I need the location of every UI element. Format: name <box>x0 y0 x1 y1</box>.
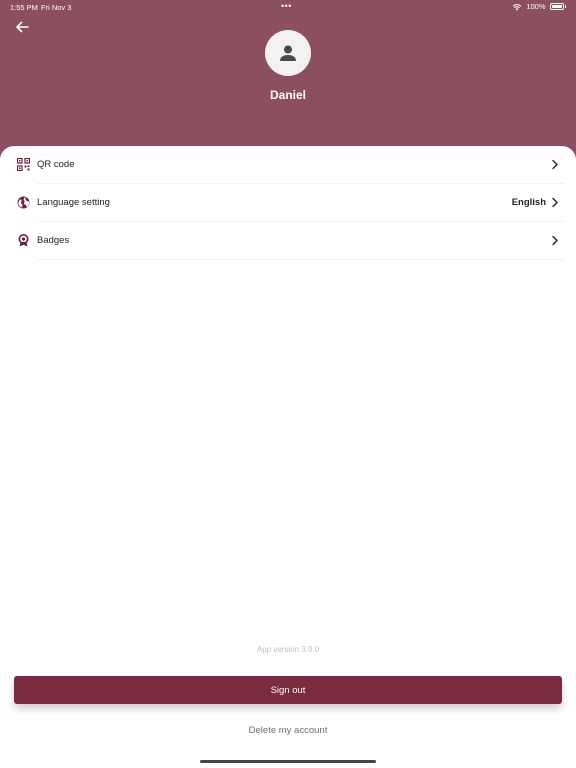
row-divider <box>37 259 564 260</box>
person-icon <box>280 45 296 61</box>
chevron-right-icon <box>552 159 558 170</box>
user-name: Daniel <box>269 88 306 102</box>
chevron-right-icon <box>552 197 558 208</box>
avatar[interactable] <box>265 30 311 76</box>
qr-code-icon <box>17 158 30 171</box>
status-time: 1:55 PM <box>10 3 38 12</box>
profile-screen: 1:55 PM Fri Nov 3 ••• 100% Daniel QR cod… <box>0 0 576 768</box>
delete-account-link[interactable]: Delete my account <box>0 725 576 736</box>
menu-item-label: QR code <box>37 159 75 170</box>
profile-header: 1:55 PM Fri Nov 3 ••• 100% Daniel <box>0 0 576 160</box>
badge-icon <box>18 234 29 247</box>
status-date: Fri Nov 3 <box>41 3 72 12</box>
menu-item-badges[interactable]: Badges <box>0 222 576 260</box>
battery-percent: 100% <box>526 2 546 11</box>
menu-item-label: Language setting <box>37 197 110 208</box>
menu-item-language-setting[interactable]: Language setting English <box>0 184 576 222</box>
globe-icon <box>17 196 30 209</box>
app-version: App version 3.9.0 <box>256 645 320 654</box>
back-button[interactable] <box>12 17 32 37</box>
status-right: 100% <box>512 2 566 11</box>
home-indicator[interactable] <box>200 760 376 763</box>
battery-tip <box>564 5 566 8</box>
settings-sheet: QR code Language setting English Badges <box>0 146 576 768</box>
arrow-left-icon <box>16 21 29 33</box>
menu-item-qr-code[interactable]: QR code <box>0 146 576 184</box>
language-value: English <box>511 197 546 208</box>
menu-item-label: Badges <box>37 235 70 246</box>
chevron-right-icon <box>552 235 558 246</box>
multitasking-dots[interactable]: ••• <box>281 1 292 11</box>
sign-out-button[interactable]: Sign out <box>14 676 562 704</box>
wifi-icon <box>512 3 522 10</box>
status-bar: 1:55 PM Fri Nov 3 ••• 100% <box>0 0 576 14</box>
battery-icon <box>549 3 564 10</box>
